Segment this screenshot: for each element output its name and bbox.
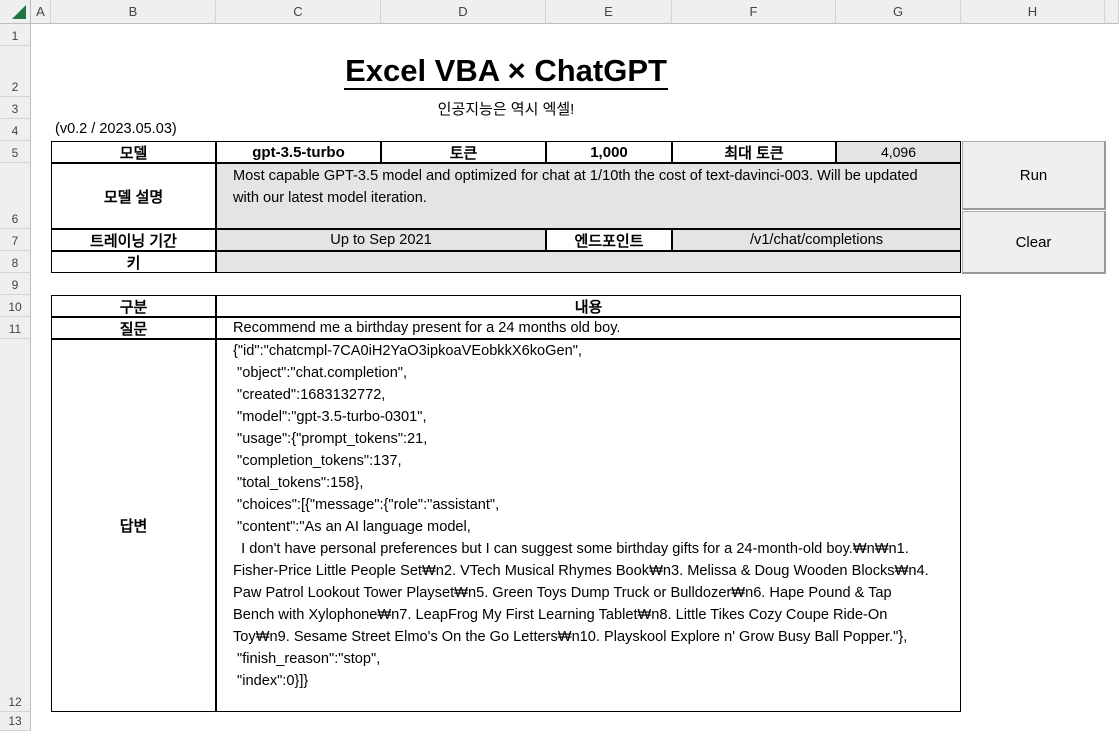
column-header-extra[interactable]: [1105, 0, 1119, 24]
row-header-2[interactable]: 2: [0, 46, 31, 97]
answer-line: "finish_reason":"stop",: [233, 651, 381, 667]
model-desc-label: 모델 설명: [51, 163, 216, 229]
row-header-5[interactable]: 5: [0, 141, 31, 163]
sheet-title: Excel VBA × ChatGPT: [216, 52, 796, 90]
model-desc-text: Most capable GPT-3.5 model and optimized…: [233, 168, 918, 206]
answer-line: "total_tokens":158},: [233, 475, 364, 491]
answer-line: "choices":[{"message":{"role":"assistant…: [233, 497, 500, 513]
token-label: 토큰: [381, 141, 546, 163]
answer-line: "created":1683132772,: [233, 387, 386, 403]
answer-line: "model":"gpt-3.5-turbo-0301",: [233, 409, 427, 425]
model-label: 모델: [51, 141, 216, 163]
column-header-F[interactable]: F: [672, 0, 836, 24]
answer-line: I don't have personal preferences but I …: [233, 541, 909, 557]
row-header-4[interactable]: 4: [0, 119, 31, 141]
answer-line: Paw Patrol Lookout Tower Playset₩n5. Gre…: [233, 585, 892, 601]
answer-text: {"id":"chatcmpl-7CA0iH2YaO3ipkoaVEobkkX6…: [233, 340, 960, 692]
row-header-3[interactable]: 3: [0, 97, 31, 119]
model-desc-value[interactable]: Most capable GPT-3.5 model and optimized…: [216, 163, 961, 229]
max-token-value[interactable]: 4,096: [836, 141, 961, 163]
row-header-10[interactable]: 10: [0, 295, 31, 317]
answer-line: "content":"As an AI language model,: [233, 519, 471, 535]
column-header-D[interactable]: D: [381, 0, 546, 24]
column-header-G[interactable]: G: [836, 0, 961, 24]
row-header-9[interactable]: 9: [0, 273, 31, 295]
key-value[interactable]: [216, 251, 961, 273]
answer-line: "completion_tokens":137,: [233, 453, 402, 469]
answer-line: "object":"chat.completion",: [233, 365, 408, 381]
run-button[interactable]: Run: [962, 141, 1106, 210]
row-header-6[interactable]: 6: [0, 163, 31, 229]
category-header: 구분: [51, 295, 216, 317]
answer-line: {"id":"chatcmpl-7CA0iH2YaO3ipkoaVEobkkX6…: [233, 343, 582, 359]
answer-cell[interactable]: {"id":"chatcmpl-7CA0iH2YaO3ipkoaVEobkkX6…: [216, 339, 961, 712]
select-all-triangle-icon: [12, 5, 26, 19]
column-header-E[interactable]: E: [546, 0, 672, 24]
column-header-H[interactable]: H: [961, 0, 1105, 24]
answer-label: 답변: [51, 339, 216, 712]
question-label: 질문: [51, 317, 216, 339]
answer-line: Bench with Xylophone₩n7. LeapFrog My Fir…: [233, 607, 888, 623]
subtitle: 인공지능은 역시 엑셀!: [437, 101, 575, 118]
key-label: 키: [51, 251, 216, 273]
row-header-13[interactable]: 13: [0, 712, 31, 731]
max-token-label: 최대 토큰: [672, 141, 836, 163]
title-text: Excel VBA × ChatGPT: [344, 53, 668, 90]
row-header-11[interactable]: 11: [0, 317, 31, 339]
training-label: 트레이닝 기간: [51, 229, 216, 251]
answer-line: Toy₩n9. Sesame Street Elmo's On the Go L…: [233, 629, 908, 645]
token-value[interactable]: 1,000: [546, 141, 672, 163]
select-all-corner[interactable]: [0, 0, 31, 24]
row-header-12[interactable]: 12: [0, 339, 31, 712]
row-header-8[interactable]: 8: [0, 251, 31, 273]
question-text: Recommend me a birthday present for a 24…: [233, 320, 621, 336]
question-input[interactable]: Recommend me a birthday present for a 24…: [216, 317, 961, 339]
content-header: 내용: [216, 295, 961, 317]
answer-line: Fisher-Price Little People Set₩n2. VTech…: [233, 563, 929, 579]
answer-line: "index":0}]}: [233, 673, 309, 689]
clear-button[interactable]: Clear: [962, 211, 1106, 274]
endpoint-label: 엔드포인트: [546, 229, 672, 251]
column-header-A[interactable]: A: [31, 0, 51, 24]
answer-line: "usage":{"prompt_tokens":21,: [233, 431, 428, 447]
model-value[interactable]: gpt-3.5-turbo: [216, 141, 381, 163]
row-header-7[interactable]: 7: [0, 229, 31, 251]
column-header-C[interactable]: C: [216, 0, 381, 24]
row-header-1[interactable]: 1: [0, 24, 31, 46]
endpoint-value[interactable]: /v1/chat/completions: [672, 229, 961, 251]
version-label: (v0.2 / 2023.05.03): [55, 121, 177, 137]
column-header-B[interactable]: B: [51, 0, 216, 24]
training-value[interactable]: Up to Sep 2021: [216, 229, 546, 251]
